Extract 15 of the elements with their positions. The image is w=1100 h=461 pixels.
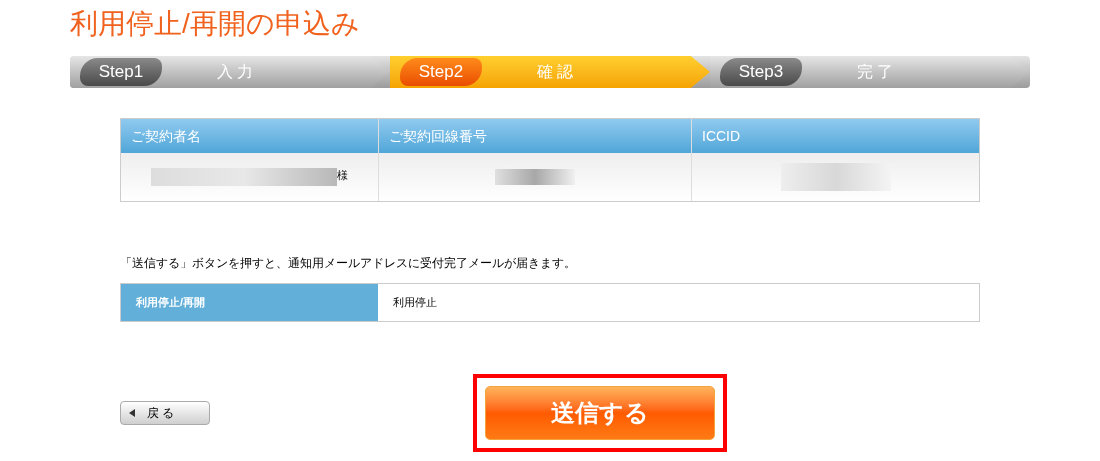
notice-text: 「送信する」ボタンを押すと、通知用メールアドレスに受付完了メールが届きます。 [120, 255, 577, 272]
table-header-cell: 利用停止/再開 [121, 284, 378, 321]
page-title: 利用停止/再開の申込み [70, 7, 361, 41]
step-number-badge: Step1 [80, 58, 162, 86]
left-triangle-icon [129, 409, 135, 417]
table-header-cell: ご契約者名 [121, 119, 378, 153]
step-label: 確 認 [537, 62, 574, 82]
table-header-cell: ICCID [691, 119, 979, 153]
honorific-text: 様 [337, 167, 348, 183]
step-label: 入 力 [217, 62, 254, 82]
table-header-cell: ご契約回線番号 [378, 119, 691, 153]
back-button[interactable]: 戻 る [120, 401, 210, 425]
step-number-badge: Step3 [720, 58, 802, 86]
step-label: 完 了 [857, 62, 894, 82]
step-number-badge: Step2 [400, 58, 482, 86]
